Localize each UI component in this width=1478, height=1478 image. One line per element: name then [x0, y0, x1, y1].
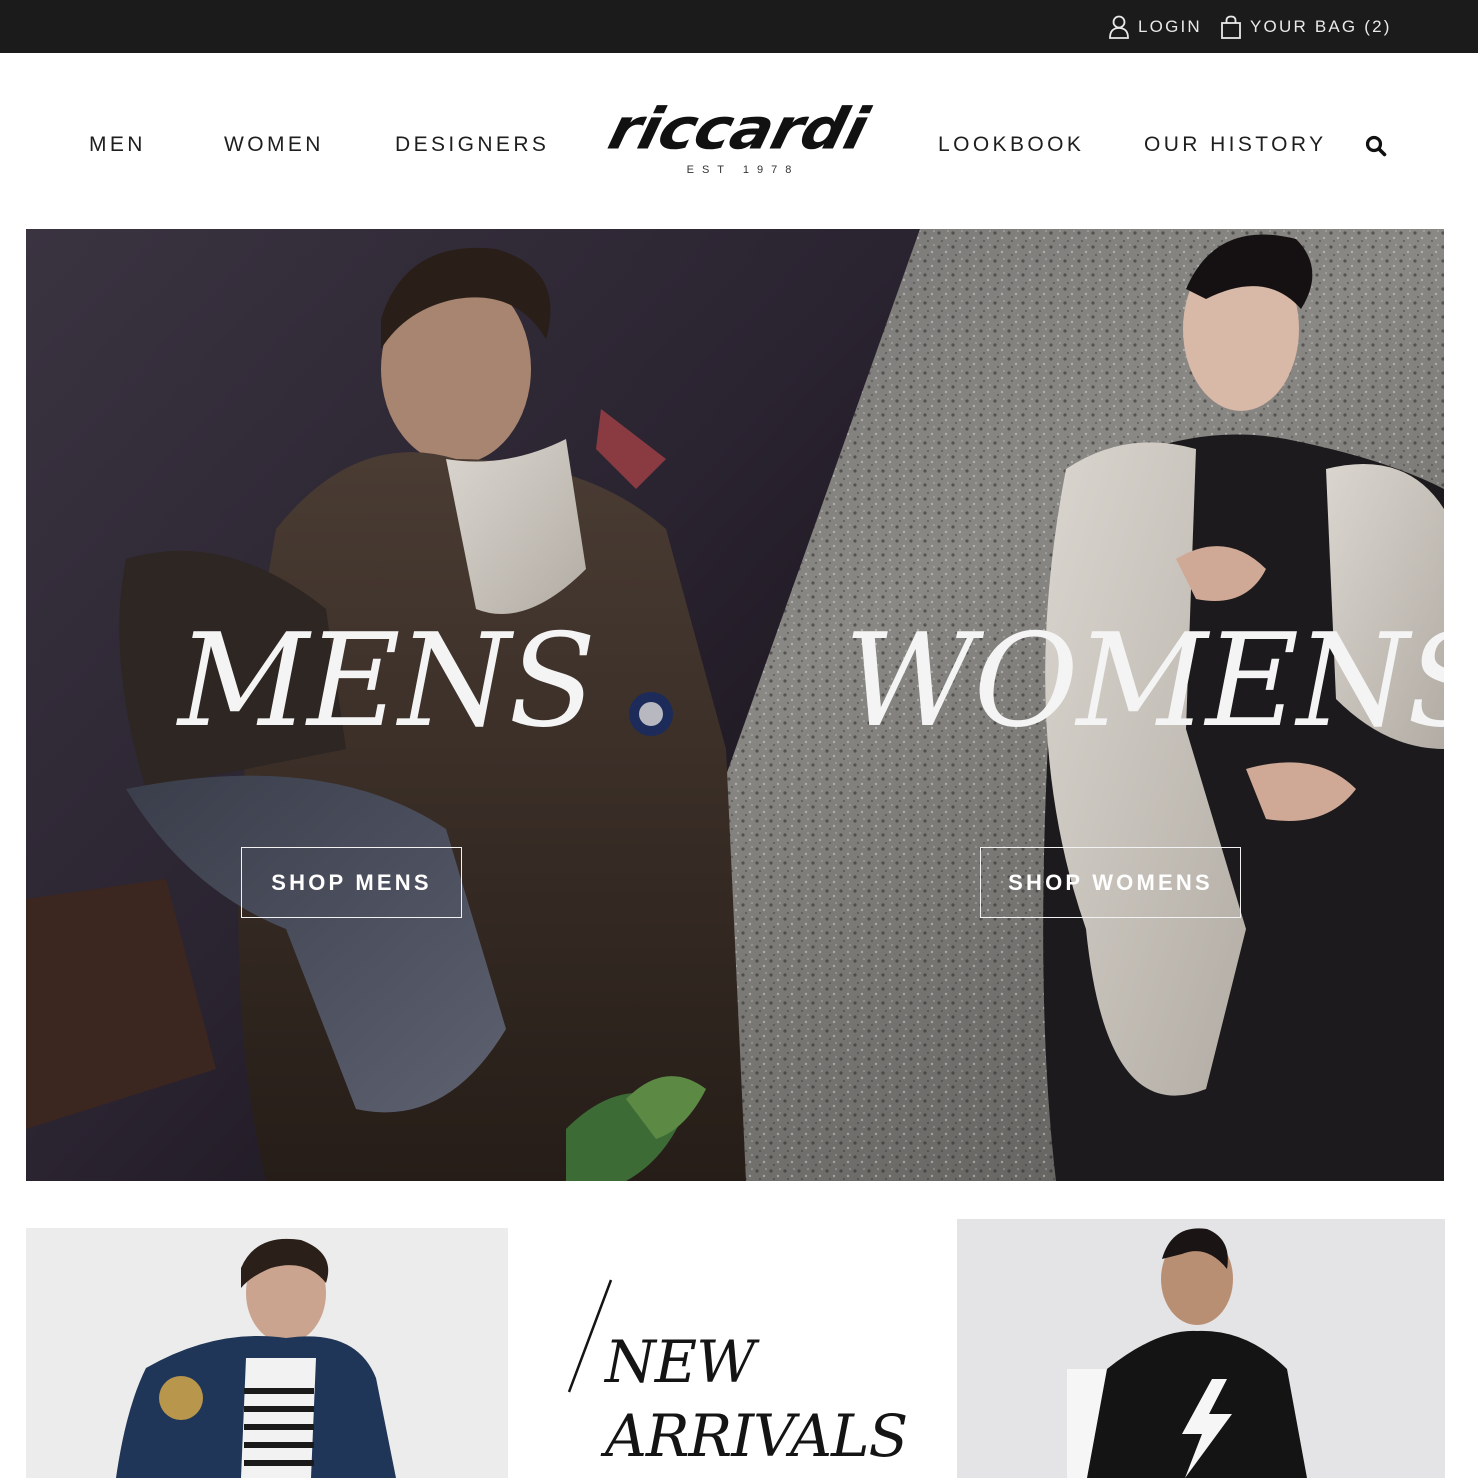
- login-link[interactable]: LOGIN: [1108, 0, 1202, 53]
- shopping-bag-link[interactable]: YOUR BAG (2): [1220, 0, 1392, 53]
- model-photo-mens: [26, 1228, 508, 1478]
- top-utility-bar: LOGIN YOUR BAG (2): [0, 0, 1478, 53]
- search-icon: [1365, 135, 1387, 157]
- nav-designers[interactable]: DESIGNERS: [395, 133, 549, 157]
- shop-mens-button[interactable]: SHOP MENS: [241, 847, 462, 918]
- logo-wordmark: riccardi: [602, 94, 875, 163]
- new-arrivals-link[interactable]: NEW ARRIVALS: [565, 1278, 925, 1478]
- brand-logo[interactable]: riccardi EST 1978: [600, 95, 876, 182]
- nav-women[interactable]: WOMEN: [224, 133, 324, 157]
- hero-title-mens: MENS: [178, 607, 596, 756]
- bag-label: YOUR BAG (2): [1250, 16, 1392, 36]
- new-arrivals-line2: ARRIVALS: [605, 1402, 908, 1470]
- user-icon: [1109, 15, 1129, 39]
- search-button[interactable]: [1364, 134, 1388, 158]
- model-photo-womens: [957, 1219, 1445, 1478]
- new-arrivals-line1: NEW: [605, 1328, 756, 1396]
- nav-lookbook[interactable]: LOOKBOOK: [938, 133, 1084, 157]
- shop-womens-button[interactable]: SHOP WOMENS: [980, 847, 1241, 918]
- login-label: LOGIN: [1138, 16, 1202, 36]
- nav-our-history[interactable]: OUR HISTORY: [1144, 133, 1326, 157]
- bag-icon: [1221, 15, 1241, 39]
- logo-tagline: EST 1978: [686, 164, 800, 176]
- nav-men[interactable]: MEN: [89, 133, 146, 157]
- promo-womens-image[interactable]: [957, 1219, 1445, 1478]
- hero-banner: MENS WOMENS SHOP MENS SHOP WOMENS: [26, 229, 1444, 1181]
- promo-mens-image[interactable]: [26, 1228, 508, 1478]
- hero-title-womens: WOMENS: [844, 607, 1444, 756]
